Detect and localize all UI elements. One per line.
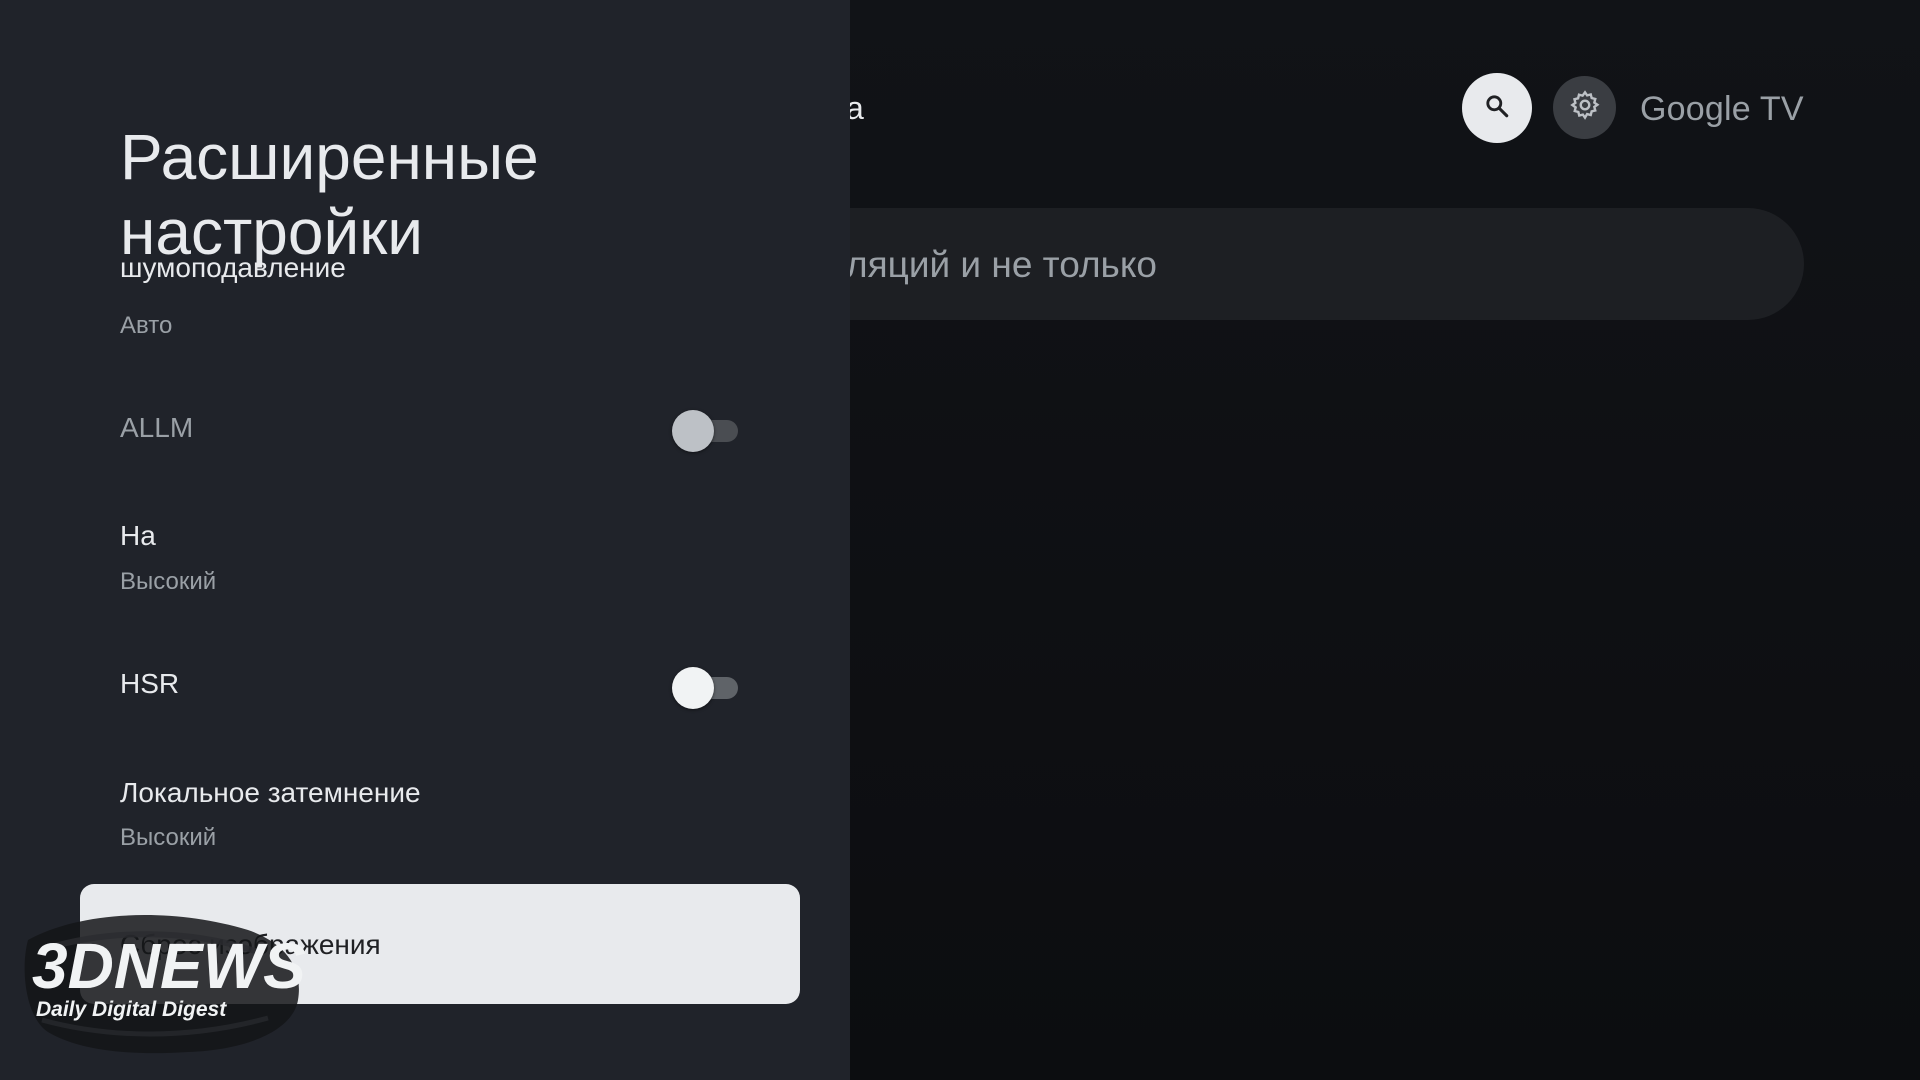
search-button[interactable] <box>1462 73 1532 143</box>
settings-item-title: На <box>120 520 156 551</box>
settings-button[interactable] <box>1553 76 1616 139</box>
search-icon <box>1484 93 1510 124</box>
settings-item-title: ALLM <box>120 412 194 443</box>
hsr-toggle[interactable] <box>672 667 738 709</box>
google-tv-logo: Google TV <box>1640 90 1804 128</box>
settings-item-value: Авто <box>120 312 173 339</box>
settings-item-value: Высокий <box>120 824 217 851</box>
screen: а Google TV ляций и не только Расширенны… <box>0 0 1920 1080</box>
allm-toggle[interactable] <box>672 410 738 452</box>
settings-item-title: Локальное затемнение <box>120 777 421 808</box>
gear-icon <box>1569 89 1601 126</box>
toggle-thumb <box>672 667 714 709</box>
toggle-thumb <box>672 410 714 452</box>
watermark-tagline: Daily Digital Digest <box>36 998 227 1021</box>
settings-item-value: Высокий <box>120 568 217 595</box>
panel-title: Расширенные настройки <box>120 121 539 268</box>
search-bar-placeholder: ляций и не только <box>846 244 1158 285</box>
3dnews-watermark: 3DNEWS Daily Digital Digest <box>18 900 308 1060</box>
watermark-logo: 3DNEWS <box>32 930 306 1002</box>
settings-item-title: HSR <box>120 668 180 699</box>
